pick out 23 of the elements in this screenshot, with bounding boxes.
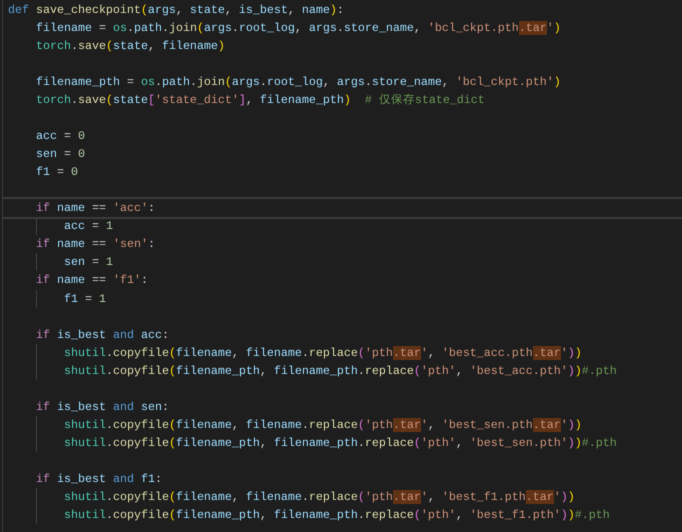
code-line: filename_pth = os.path.join(args.root_log, args.store_name, 'bcl_ckpt.pth') <box>36 74 561 92</box>
code-line: acc = 0 <box>36 128 85 146</box>
code-line: filename = os.path.join(args.root_log, args.store_name, 'bcl_ckpt.pth.tar') <box>36 20 561 38</box>
code-line: if is_best and f1: <box>36 470 162 488</box>
code-line: if is_best and sen: <box>36 398 169 416</box>
code-line: shutil.copyfile(filename_pth, filename_pth.replace('pth', 'best_acc.pth'))#.pth <box>64 362 617 380</box>
code-line: shutil.copyfile(filename_pth, filename_pth.replace('pth', 'best_sen.pth'))#.pth <box>64 434 617 452</box>
code-line: sen = 0 <box>36 146 85 164</box>
code-line: sen = 1 <box>64 254 113 272</box>
code-line: def save_checkpoint(args, state, is_best, name): <box>8 2 344 19</box>
code-line: acc = 1 <box>64 218 113 236</box>
code-line: if is_best and acc: <box>36 326 169 344</box>
code-line: shutil.copyfile(filename, filename.replace('pth.tar', 'best_acc.pth.tar')) <box>64 344 582 362</box>
code-line: shutil.copyfile(filename_pth, filename_pth.replace('pth', 'best_f1.pth'))#.pth <box>64 506 610 524</box>
code-line: if name == 'sen': <box>36 236 155 254</box>
code-line: shutil.copyfile(filename, filename.replace('pth.tar', 'best_sen.pth.tar')) <box>64 416 582 434</box>
code-line: torch.save(state['state_dict'], filename_pth) # 仅保存state_dict <box>36 92 485 110</box>
code-line: if name == 'acc': <box>36 200 155 218</box>
code-line: if name == 'f1': <box>36 272 148 290</box>
code-line: torch.save(state, filename) <box>36 38 225 56</box>
code-line: f1 = 1 <box>64 290 106 308</box>
code-line: shutil.copyfile(filename, filename.replace('pth.tar', 'best_f1.pth.tar')) <box>64 488 575 506</box>
code-line: f1 = 0 <box>36 164 78 182</box>
